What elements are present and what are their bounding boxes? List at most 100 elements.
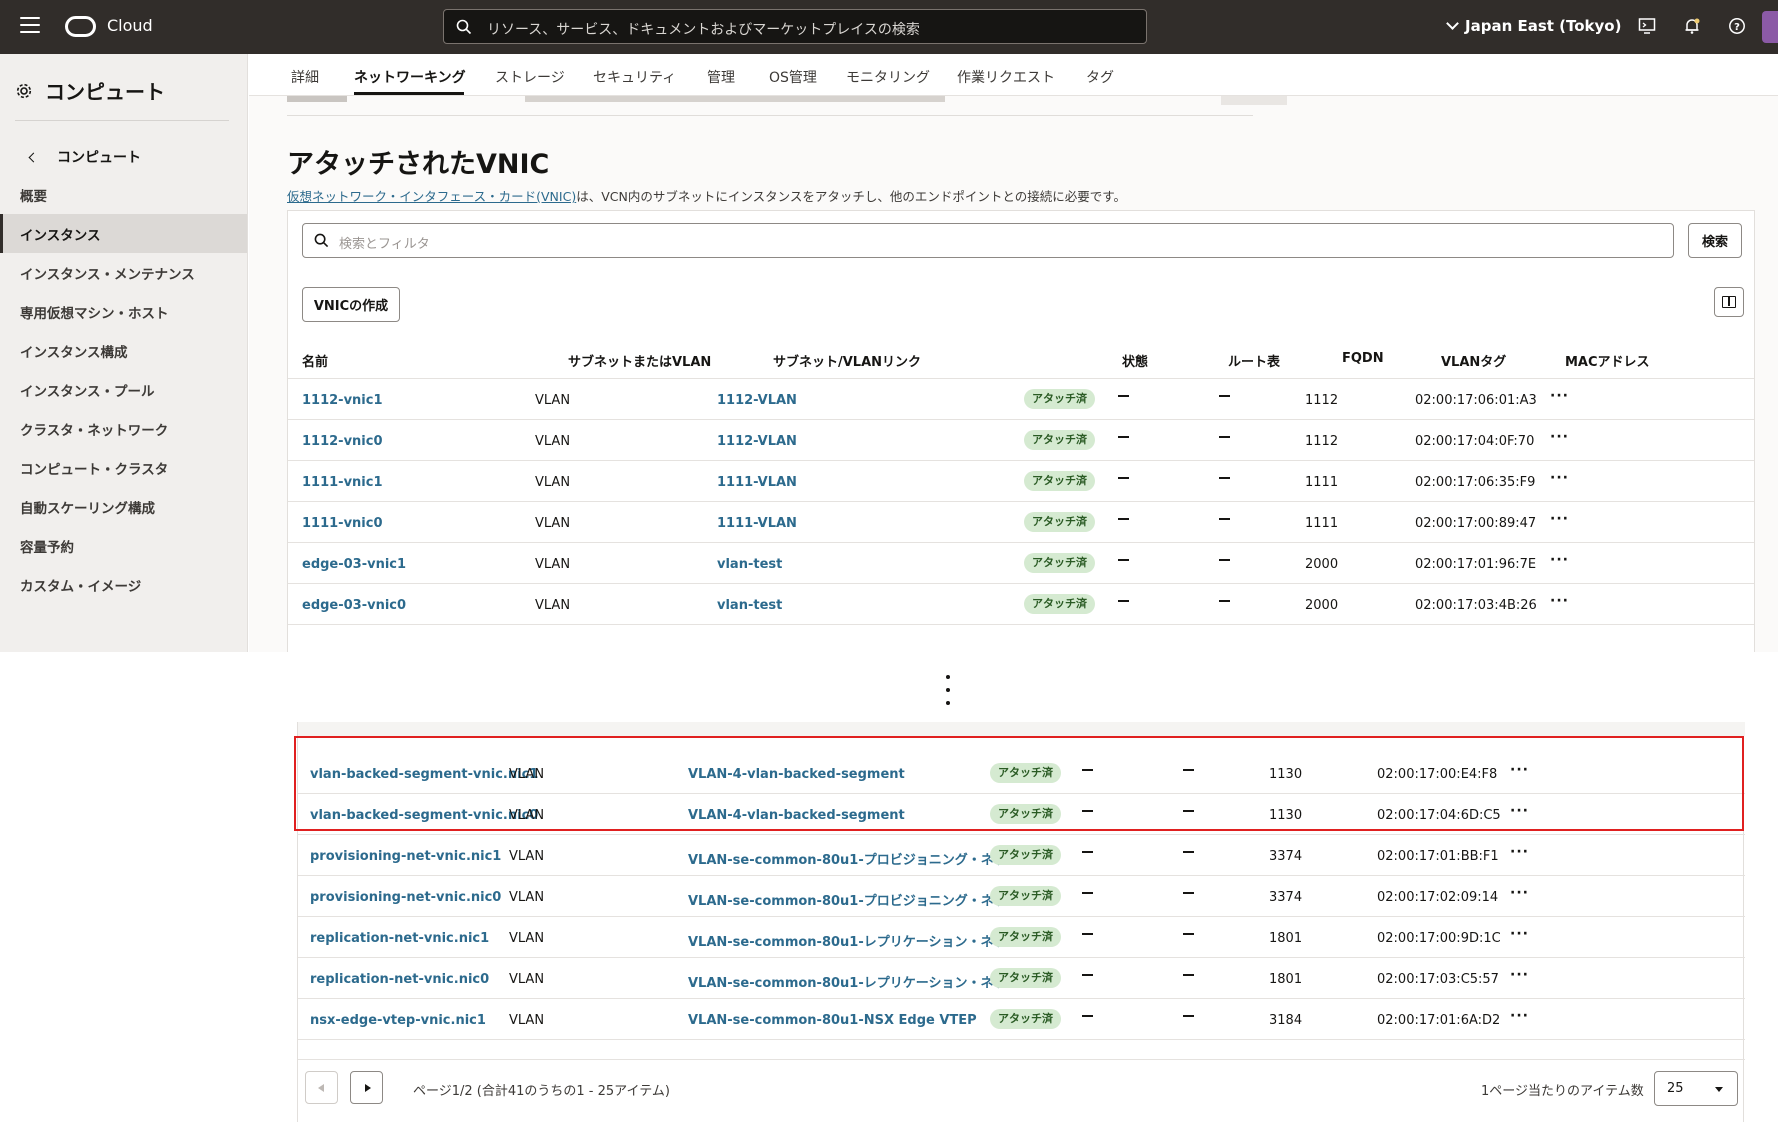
tab-details[interactable]: 詳細 — [291, 67, 319, 87]
vnic-doc-link[interactable]: 仮想ネットワーク・インタフェース・カード(VNIC) — [287, 189, 576, 204]
previous-page-button[interactable] — [305, 1071, 338, 1104]
subnet-vlan-link[interactable]: VLAN-se-common-80u1-NSX Edge VTEP — [688, 1013, 977, 1028]
sidebar-item-cluster-networks[interactable]: クラスタ・ネットワーク — [0, 409, 247, 448]
vnic-name-link[interactable]: edge-03-vnic0 — [302, 598, 406, 613]
tab-tags[interactable]: タグ — [1086, 67, 1114, 87]
row-actions-menu-icon[interactable]: ··· — [1510, 844, 1529, 860]
column-header-fqdn[interactable]: FQDN — [1342, 351, 1384, 366]
sidebar-item-capacity-reservations[interactable]: 容量予約 — [0, 526, 247, 565]
vnic-name-link[interactable]: 1111-vnic1 — [302, 475, 383, 490]
vnic-name-link[interactable]: 1111-vnic0 — [302, 516, 383, 531]
sidebar-item-compute-clusters[interactable]: コンピュート・クラスタ — [0, 448, 247, 487]
help-icon[interactable]: ? — [1726, 15, 1748, 37]
column-header-route-table[interactable]: ルート表 — [1228, 351, 1280, 370]
vnic-name-link[interactable]: provisioning-net-vnic.nic1 — [310, 849, 501, 864]
column-header-subnet-or-vlan[interactable]: サブネットまたはVLAN — [568, 351, 711, 370]
sidebar-item-dedicated-hosts[interactable]: 専用仮想マシン・ホスト — [0, 292, 247, 331]
vnic-name-link[interactable]: replication-net-vnic.nic0 — [310, 972, 489, 987]
vnic-name-link[interactable]: vlan-backed-segment-vnic.nic1 — [310, 767, 538, 782]
vnic-type: VLAN — [535, 393, 571, 408]
global-search-input[interactable]: リソース、サービス、ドキュメントおよびマーケットプレイスの検索 — [443, 9, 1147, 44]
cloud-shell-icon[interactable] — [1636, 15, 1658, 37]
search-button[interactable]: 検索 — [1688, 223, 1742, 258]
global-search-placeholder: リソース、サービス、ドキュメントおよびマーケットプレイスの検索 — [487, 22, 920, 38]
items-per-page-select[interactable]: 25 — [1654, 1071, 1738, 1106]
sidebar-item-custom-images[interactable]: カスタム・イメージ — [0, 565, 247, 604]
tab-os-management[interactable]: OS管理 — [769, 67, 817, 87]
row-actions-menu-icon[interactable]: ··· — [1550, 429, 1569, 445]
subnet-vlan-link[interactable]: 1112-VLAN — [717, 434, 797, 449]
row-actions-menu-icon[interactable]: ··· — [1550, 511, 1569, 527]
row-actions-menu-icon[interactable]: ··· — [1510, 803, 1529, 819]
fqdn-empty — [1183, 769, 1194, 771]
create-vnic-button[interactable]: VNICの作成 — [302, 287, 400, 322]
vnic-name-link[interactable]: provisioning-net-vnic.nic0 — [310, 890, 501, 905]
vnic-name-link[interactable]: vlan-backed-segment-vnic.nic0 — [310, 808, 538, 823]
subnet-vlan-link[interactable]: 1111-VLAN — [717, 475, 797, 490]
vnic-name-link[interactable]: edge-03-vnic1 — [302, 557, 406, 572]
vnic-name-link[interactable]: nsx-edge-vtep-vnic.nic1 — [310, 1013, 486, 1028]
tab-security[interactable]: セキュリティ — [593, 67, 676, 87]
vlan-tag: 1130 — [1269, 808, 1303, 823]
sidebar-item-instances[interactable]: インスタンス — [0, 214, 247, 253]
tab-networking[interactable]: ネットワーキング — [354, 67, 466, 87]
sidebar-item-instance-pools[interactable]: インスタンス・プール — [0, 370, 247, 409]
subnet-vlan-link[interactable]: vlan-test — [717, 557, 782, 572]
avatar[interactable] — [1762, 11, 1778, 43]
row-actions-menu-icon[interactable]: ··· — [1510, 926, 1529, 942]
tab-work-requests[interactable]: 作業リクエスト — [957, 67, 1055, 87]
subnet-vlan-link[interactable]: VLAN-4-vlan-backed-segment — [688, 808, 905, 823]
subnet-vlan-link[interactable]: VLAN-se-common-80u1-プロビジョニング・ネット — [688, 849, 1020, 868]
vnic-type: VLAN — [535, 516, 571, 531]
subnet-vlan-link[interactable]: VLAN-4-vlan-backed-segment — [688, 767, 905, 782]
column-header-state[interactable]: 状態 — [1122, 351, 1148, 370]
row-actions-menu-icon[interactable]: ··· — [1550, 552, 1569, 568]
column-toggle-icon[interactable] — [1714, 287, 1744, 317]
column-header-vlan-tag[interactable]: VLANタグ — [1441, 351, 1506, 370]
subnet-vlan-link[interactable]: VLAN-se-common-80u1-レプリケーション・ネット — [688, 972, 1019, 991]
column-header-name[interactable]: 名前 — [302, 351, 328, 370]
status-badge: アタッチ済 — [990, 804, 1061, 824]
row-actions-menu-icon[interactable]: ··· — [1550, 470, 1569, 486]
hamburger-menu-icon[interactable] — [20, 17, 40, 35]
tab-management[interactable]: 管理 — [707, 67, 735, 87]
vlan-tag: 2000 — [1305, 598, 1339, 613]
subnet-vlan-link[interactable]: vlan-test — [717, 598, 782, 613]
chevron-left-icon — [28, 152, 39, 162]
bell-icon[interactable] — [1681, 15, 1703, 37]
row-actions-menu-icon[interactable]: ··· — [1510, 1008, 1529, 1024]
vnic-name-link[interactable]: replication-net-vnic.nic1 — [310, 931, 489, 946]
subnet-vlan-link[interactable]: VLAN-se-common-80u1-レプリケーション・ネット — [688, 931, 1019, 950]
vnic-type: VLAN — [509, 808, 545, 823]
fqdn-empty — [1183, 851, 1194, 853]
oracle-logo-icon[interactable] — [65, 16, 96, 37]
filter-input[interactable]: 検索とフィルタ — [302, 223, 1674, 258]
tab-storage[interactable]: ストレージ — [495, 67, 565, 87]
caret-right-icon — [365, 1084, 371, 1092]
sidebar-item-overview[interactable]: 概要 — [0, 175, 247, 214]
next-page-button[interactable] — [350, 1071, 383, 1104]
subnet-vlan-link[interactable]: VLAN-se-common-80u1-プロビジョニング・ネット — [688, 890, 1020, 909]
row-actions-menu-icon[interactable]: ··· — [1550, 593, 1569, 609]
status-badge: アタッチ済 — [990, 763, 1061, 783]
subnet-vlan-link[interactable]: 1111-VLAN — [717, 516, 797, 531]
sidebar-item-autoscaling[interactable]: 自動スケーリング構成 — [0, 487, 247, 526]
row-actions-menu-icon[interactable]: ··· — [1510, 885, 1529, 901]
sidebar-item-instance-configurations[interactable]: インスタンス構成 — [0, 331, 247, 370]
mac-address: 02:00:17:06:35:F9 — [1415, 475, 1536, 490]
sidebar-item-instance-maintenance[interactable]: インスタンス・メンテナンス — [0, 253, 247, 292]
subnet-vlan-link[interactable]: 1112-VLAN — [717, 393, 797, 408]
sidebar-title: コンピュート — [15, 76, 165, 105]
vnic-name-link[interactable]: 1112-vnic1 — [302, 393, 383, 408]
section-description-text: は、VCN内のサブネットにインスタンスをアタッチし、他のエンドポイントとの接続に… — [576, 189, 1126, 204]
tab-monitoring[interactable]: モニタリング — [846, 67, 930, 87]
row-actions-menu-icon[interactable]: ··· — [1510, 762, 1529, 778]
row-actions-menu-icon[interactable]: ··· — [1550, 388, 1569, 404]
row-actions-menu-icon[interactable]: ··· — [1510, 967, 1529, 983]
region-selector[interactable]: Japan East (Tokyo) — [1446, 17, 1621, 35]
column-header-mac-address[interactable]: MACアドレス — [1565, 351, 1650, 370]
vlan-tag: 1112 — [1305, 393, 1339, 408]
column-header-subnet-vlan-link[interactable]: サブネット/VLANリンク — [773, 351, 921, 370]
vnic-name-link[interactable]: 1112-vnic0 — [302, 434, 383, 449]
sidebar-back-link[interactable]: コンピュート — [28, 147, 141, 167]
